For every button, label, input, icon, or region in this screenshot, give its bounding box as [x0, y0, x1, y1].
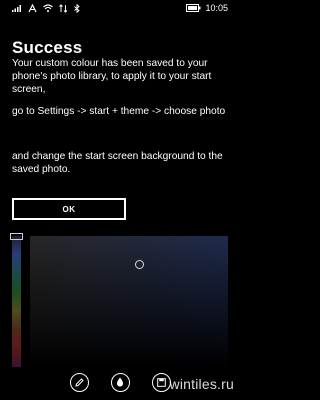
color-field[interactable] [30, 236, 228, 367]
status-right: 10:05 [186, 3, 240, 13]
save-button[interactable] [151, 372, 171, 392]
dialog-message-change: and change the start screen background t… [12, 151, 223, 175]
hue-slider[interactable] [10, 233, 23, 367]
dialog-message-steps: go to Settings -> start + theme -> choos… [12, 106, 226, 117]
pencil-button[interactable] [69, 372, 89, 392]
drop-icon [116, 377, 124, 387]
watermark: wintiles.ru [169, 376, 234, 392]
battery-icon [186, 4, 201, 12]
dialog-title: Success [12, 38, 83, 57]
bluetooth-icon [74, 3, 80, 13]
status-icons [0, 3, 80, 13]
drop-button[interactable] [110, 372, 130, 392]
hue-slider-thumb[interactable] [10, 233, 23, 240]
status-bar: 10:05 [0, 0, 240, 16]
status-time: 10:05 [205, 3, 228, 13]
dialog-message-saved: Your custom colour has been saved to you… [12, 58, 212, 95]
save-icon [156, 377, 166, 387]
ok-button[interactable]: OK [12, 198, 126, 220]
signal-icon [12, 5, 21, 12]
pencil-icon [74, 377, 84, 387]
color-field-cursor[interactable] [135, 260, 144, 269]
network-icon [28, 3, 37, 12]
data-arrows-icon [59, 3, 68, 13]
wifi-icon [43, 4, 53, 12]
success-dialog: Success Your custom colour has been save… [0, 16, 240, 228]
